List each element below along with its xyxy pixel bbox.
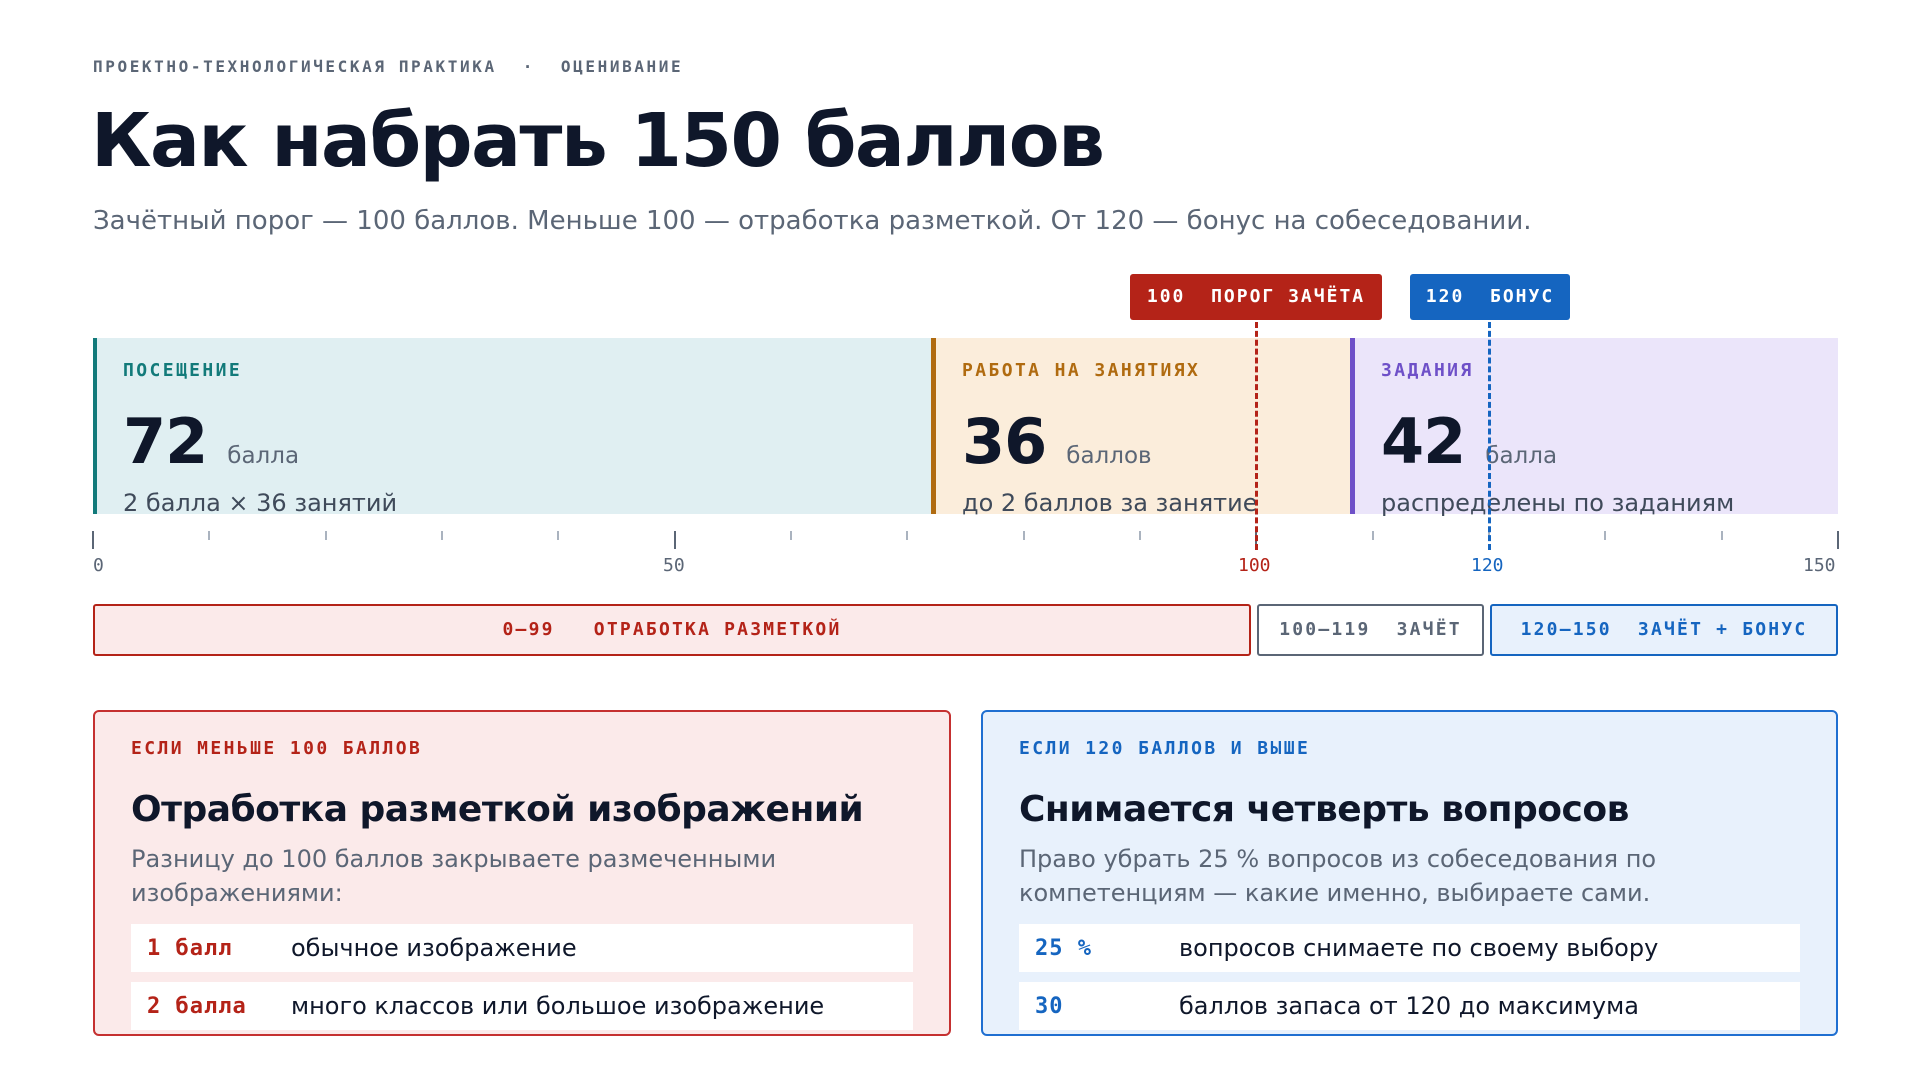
bonus-line [1488,322,1491,550]
card-above-eyebrow: ЕСЛИ 120 БАЛЛОВ И ВЫШЕ [1019,738,1311,759]
eyebrow-course: ПРОЕКТНО-ТЕХНОЛОГИЧЕСКАЯ ПРАКТИКА [93,57,497,76]
bonus-marker-value: 120 [1425,286,1465,307]
threshold-marker-label: 100 ПОРОГ ЗАЧЁТА [1130,274,1382,320]
eyebrow: ПРОЕКТНО-ТЕХНОЛОГИЧЕСКАЯ ПРАКТИКА · ОЦЕНИВ… [93,57,683,76]
threshold-marker-text: ПОРОГ ЗАЧЁТА [1211,286,1366,307]
segment-attendance: ПОСЕЩЕНИЕ 72 балла 2 балла × 36 занятий [93,338,931,517]
card-below-text: Разницу до 100 баллов закрываете размече… [131,845,777,907]
axis-label-100: 100 [1238,555,1271,576]
axis-minor-tick [1604,531,1607,540]
card-below-row-text: обычное изображение [291,934,577,962]
segment-assignments-label: ЗАДАНИЯ [1381,360,1474,381]
axis-label-120: 120 [1471,555,1504,576]
card-above-row: 30 баллов запаса от 120 до максимума [1019,982,1800,1030]
segment-attendance-value: 72 [123,405,208,478]
range-bonus-label: ЗАЧЁТ + БОНУС [1637,619,1808,640]
axis-minor-tick [1371,531,1374,540]
card-above-text: Право убрать 25 % вопросов из собеседова… [1019,845,1657,907]
range-pass-label: ЗАЧЁТ [1396,619,1462,640]
card-below-row-value: 2 балла [147,993,247,1019]
segment-classwork-label: РАБОТА НА ЗАНЯТИЯХ [962,360,1201,381]
card-above-row-value: 25 % [1035,935,1092,961]
segment-attendance-desc: 2 балла × 36 занятий [123,489,398,517]
range-fail-label: ОТРАБОТКА РАЗМЕТКОЙ [593,619,842,640]
axis-minor-tick [1720,531,1723,540]
card-below-row: 2 балла много классов или большое изобра… [131,982,913,1030]
segment-classwork-desc: до 2 баллов за занятие [962,489,1258,517]
axis-minor-tick [790,531,792,540]
segment-classwork: РАБОТА НА ЗАНЯТИЯХ 36 баллов до 2 баллов … [931,338,1350,517]
segment-classwork-value: 36 [962,405,1047,478]
page-title: Как набрать 150 баллов [91,98,1105,184]
bonus-marker-label: 120 БОНУС [1410,274,1570,320]
card-below-row-value: 1 балл [147,935,233,961]
axis-minor-tick [1022,531,1025,540]
axis-major-tick [1837,531,1839,549]
card-above-row-value: 30 [1035,993,1064,1019]
segment-attendance-unit: балла [227,443,300,469]
card-above-row-text: баллов запаса от 120 до максимума [1179,992,1639,1020]
segment-assignments: ЗАДАНИЯ 42 балла распределены по заданиям [1350,338,1838,517]
card-below-row-text: много классов или большое изображение [291,992,825,1020]
axis-label-150: 150 [1803,555,1836,576]
segment-assignments-unit: балла [1485,443,1558,469]
range-pass: 100–119 ЗАЧЁТ [1257,604,1484,656]
card-below-title: Отработка разметкой изображений [131,789,864,830]
range-fail-span: 0–99 [502,619,555,640]
axis-minor-tick [1139,531,1141,540]
range-fail: 0–99 ОТРАБОТКА РАЗМЕТКОЙ [93,604,1251,656]
axis-minor-tick [441,531,443,540]
segment-assignments-desc: распределены по заданиям [1381,489,1735,517]
eyebrow-separator: · [522,57,535,76]
range-bonus: 120–150 ЗАЧЁТ + БОНУС [1490,604,1838,656]
segment-classwork-unit: баллов [1066,443,1152,469]
range-bonus-span: 120–150 [1520,619,1612,640]
segment-attendance-label: ПОСЕЩЕНИЕ [123,360,243,381]
card-below-100: ЕСЛИ МЕНЬШЕ 100 БАЛЛОВ Отработка разметк… [93,710,951,1036]
threshold-line [1255,322,1258,550]
axis-major-tick [673,531,676,549]
axis-minor-tick [557,531,560,540]
axis-minor-tick [906,531,909,540]
card-above-120: ЕСЛИ 120 БАЛЛОВ И ВЫШЕ Снимается четверт… [981,710,1838,1036]
axis-label-0: 0 [93,555,104,576]
bonus-marker-text: БОНУС [1490,286,1555,307]
card-above-row-text: вопросов снимаете по своему выбору [1179,934,1659,962]
axis-label-50: 50 [663,555,685,576]
card-above-title: Снимается четверть вопросов [1019,789,1629,830]
card-below-row: 1 балл обычное изображение [131,924,913,972]
axis-minor-tick [324,531,327,540]
threshold-marker-value: 100 [1146,286,1186,307]
axis-major-tick [92,531,94,549]
axis-minor-tick [208,531,211,540]
card-above-row: 25 % вопросов снимаете по своему выбору [1019,924,1800,972]
eyebrow-topic: ОЦЕНИВАНИЕ [560,57,684,76]
range-pass-span: 100–119 [1279,619,1371,640]
card-below-eyebrow: ЕСЛИ МЕНЬШЕ 100 БАЛЛОВ [131,738,423,759]
segment-assignments-value: 42 [1381,405,1466,478]
page-subtitle: Зачётный порог — 100 баллов. Меньше 100 … [93,206,1532,236]
